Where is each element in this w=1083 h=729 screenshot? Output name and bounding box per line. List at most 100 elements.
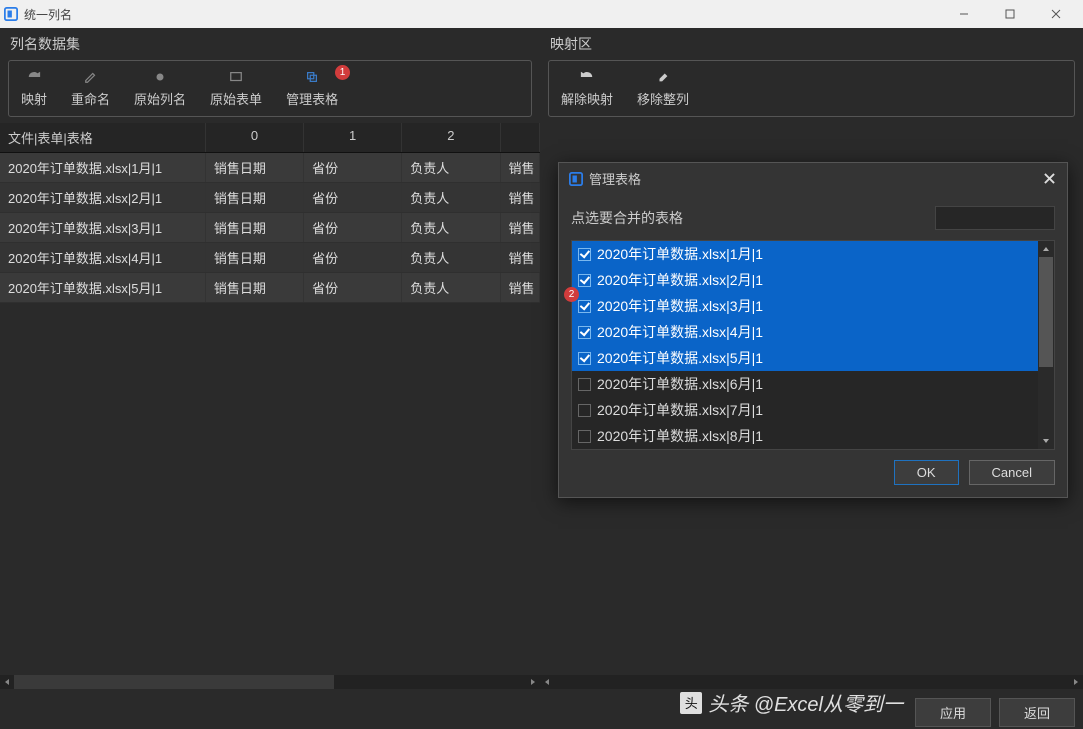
table-row[interactable]: 2020年订单数据.xlsx|2月|1销售日期省份负责人销售 bbox=[0, 183, 540, 213]
list-item[interactable]: 2020年订单数据.xlsx|7月|1 bbox=[572, 397, 1038, 423]
list-item-label: 2020年订单数据.xlsx|3月|1 bbox=[597, 296, 763, 316]
checkbox[interactable] bbox=[578, 248, 591, 261]
watermark-text: 头条 @Excel从零到一 bbox=[708, 688, 903, 717]
cell: 负责人 bbox=[402, 183, 500, 212]
cell: 销售 bbox=[501, 273, 541, 302]
list-item[interactable]: 2020年订单数据.xlsx|6月|1 bbox=[572, 371, 1038, 397]
list-item[interactable]: 2020年订单数据.xlsx|2月|1 bbox=[572, 267, 1038, 293]
list-item[interactable]: 2020年订单数据.xlsx|5月|1 bbox=[572, 345, 1038, 371]
cell: 负责人 bbox=[402, 243, 500, 272]
vscroll-thumb[interactable] bbox=[1039, 257, 1053, 367]
checkbox[interactable] bbox=[578, 430, 591, 443]
left-toolbar: 映射 重命名 原始列名 原始表单 管理表格 1 bbox=[8, 60, 532, 117]
right-panel-label: 映射区 bbox=[540, 28, 1083, 58]
unmap-button[interactable]: 解除映射 bbox=[549, 65, 625, 112]
manage-tables-button[interactable]: 管理表格 1 bbox=[274, 65, 350, 112]
dialog-title: 管理表格 bbox=[589, 169, 1041, 188]
edit-icon bbox=[83, 70, 99, 84]
vscrollbar[interactable] bbox=[1038, 241, 1054, 449]
scroll-left-icon[interactable] bbox=[0, 675, 14, 689]
left-panel: 列名数据集 映射 重命名 原始列名 原始表单 管理表格 1 bbox=[0, 28, 540, 689]
scroll-left-icon[interactable] bbox=[540, 675, 554, 689]
back-button[interactable]: 返回 bbox=[999, 698, 1075, 727]
cell: 2020年订单数据.xlsx|1月|1 bbox=[0, 153, 206, 182]
copy-icon bbox=[304, 70, 320, 84]
apply-button[interactable]: 应用 bbox=[915, 698, 991, 727]
maximize-button[interactable] bbox=[987, 0, 1033, 28]
rename-button[interactable]: 重命名 bbox=[59, 65, 122, 112]
list-item-label: 2020年订单数据.xlsx|7月|1 bbox=[597, 400, 763, 420]
hscroll-left[interactable] bbox=[0, 675, 540, 689]
list-item-label: 2020年订单数据.xlsx|8月|1 bbox=[597, 426, 763, 446]
manage-tables-dialog: 管理表格 点选要合并的表格 2 2020年订单数据.xlsx|1月|12020年… bbox=[558, 162, 1068, 498]
table-listbox: 2 2020年订单数据.xlsx|1月|12020年订单数据.xlsx|2月|1… bbox=[571, 240, 1055, 450]
minimize-button[interactable] bbox=[941, 0, 987, 28]
cell: 负责人 bbox=[402, 213, 500, 242]
cell: 销售日期 bbox=[206, 243, 304, 272]
cell: 2020年订单数据.xlsx|3月|1 bbox=[0, 213, 206, 242]
ok-button[interactable]: OK bbox=[894, 460, 959, 485]
table-row[interactable]: 2020年订单数据.xlsx|3月|1销售日期省份负责人销售 bbox=[0, 213, 540, 243]
cell: 销售 bbox=[501, 153, 541, 182]
scroll-right-icon[interactable] bbox=[526, 675, 540, 689]
watermark: 头 头条 @Excel从零到一 bbox=[680, 688, 903, 717]
dialog-input-box[interactable] bbox=[935, 206, 1055, 230]
cell: 2020年订单数据.xlsx|2月|1 bbox=[0, 183, 206, 212]
list-badge: 2 bbox=[564, 287, 579, 302]
cell: 省份 bbox=[304, 183, 402, 212]
right-toolbar: 解除映射 移除整列 bbox=[548, 60, 1075, 117]
circle-icon bbox=[152, 70, 168, 84]
cancel-button[interactable]: Cancel bbox=[969, 460, 1055, 485]
scroll-up-icon[interactable] bbox=[1038, 241, 1054, 257]
cell: 省份 bbox=[304, 243, 402, 272]
list-item[interactable]: 2020年订单数据.xlsx|3月|1 bbox=[572, 293, 1038, 319]
cell: 省份 bbox=[304, 153, 402, 182]
scroll-thumb[interactable] bbox=[14, 675, 334, 689]
cell: 销售 bbox=[501, 183, 541, 212]
eraser-icon bbox=[655, 70, 671, 84]
list-item-label: 2020年订单数据.xlsx|2月|1 bbox=[597, 270, 763, 290]
col-header-file[interactable]: 文件|表单|表格 bbox=[0, 123, 206, 152]
close-icon bbox=[1044, 173, 1055, 184]
watermark-logo: 头 bbox=[680, 692, 702, 714]
checkbox[interactable] bbox=[578, 378, 591, 391]
map-button[interactable]: 映射 bbox=[9, 65, 59, 112]
app-icon bbox=[569, 172, 583, 186]
table-row[interactable]: 2020年订单数据.xlsx|1月|1销售日期省份负责人销售 bbox=[0, 153, 540, 183]
grid-body: 2020年订单数据.xlsx|1月|1销售日期省份负责人销售2020年订单数据.… bbox=[0, 153, 540, 303]
scroll-down-icon[interactable] bbox=[1038, 433, 1054, 449]
hscroll-right[interactable] bbox=[540, 675, 1083, 689]
cell: 省份 bbox=[304, 213, 402, 242]
col-header-2[interactable]: 2 bbox=[402, 123, 500, 152]
original-tab-button[interactable]: 原始表单 bbox=[198, 65, 274, 112]
cell: 负责人 bbox=[402, 273, 500, 302]
cell: 销售 bbox=[501, 213, 541, 242]
list-item[interactable]: 2020年订单数据.xlsx|4月|1 bbox=[572, 319, 1038, 345]
window-titlebar: 统一列名 bbox=[0, 0, 1083, 28]
checkbox[interactable] bbox=[578, 352, 591, 365]
dialog-close-button[interactable] bbox=[1041, 171, 1057, 187]
table-row[interactable]: 2020年订单数据.xlsx|4月|1销售日期省份负责人销售 bbox=[0, 243, 540, 273]
dialog-titlebar: 管理表格 bbox=[559, 163, 1067, 194]
original-col-button[interactable]: 原始列名 bbox=[122, 65, 198, 112]
table-row[interactable]: 2020年订单数据.xlsx|5月|1销售日期省份负责人销售 bbox=[0, 273, 540, 303]
list-item[interactable]: 2020年订单数据.xlsx|1月|1 bbox=[572, 241, 1038, 267]
checkbox[interactable] bbox=[578, 300, 591, 313]
app-icon bbox=[4, 7, 18, 21]
cell: 2020年订单数据.xlsx|4月|1 bbox=[0, 243, 206, 272]
cell: 销售日期 bbox=[206, 153, 304, 182]
remove-col-button[interactable]: 移除整列 bbox=[625, 65, 701, 112]
close-button[interactable] bbox=[1033, 0, 1079, 28]
list-item-label: 2020年订单数据.xlsx|5月|1 bbox=[597, 348, 763, 368]
checkbox[interactable] bbox=[578, 404, 591, 417]
col-header-1[interactable]: 1 bbox=[304, 123, 402, 152]
col-header-3[interactable] bbox=[501, 123, 541, 152]
checkbox[interactable] bbox=[578, 274, 591, 287]
list-item[interactable]: 2020年订单数据.xlsx|8月|1 bbox=[572, 423, 1038, 449]
col-header-0[interactable]: 0 bbox=[206, 123, 304, 152]
cell: 销售日期 bbox=[206, 273, 304, 302]
list-item-label: 2020年订单数据.xlsx|6月|1 bbox=[597, 374, 763, 394]
scroll-right-icon[interactable] bbox=[1069, 675, 1083, 689]
undo-icon bbox=[579, 70, 595, 84]
checkbox[interactable] bbox=[578, 326, 591, 339]
